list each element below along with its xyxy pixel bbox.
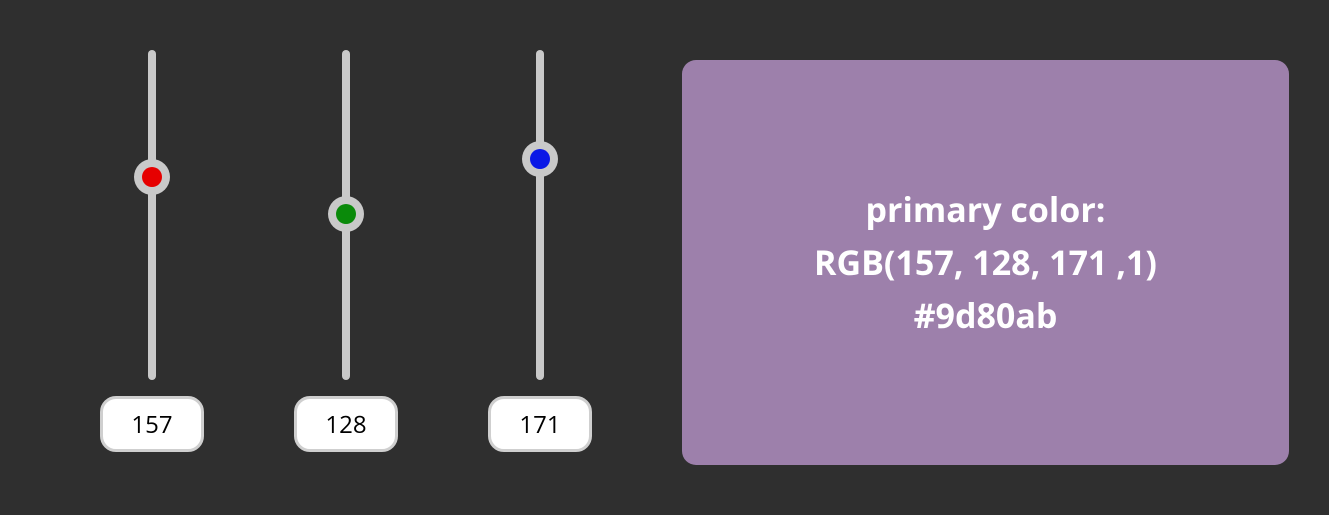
- slider-green: 128: [294, 50, 398, 452]
- circle-icon: [142, 167, 162, 187]
- slider-green-thumb[interactable]: [328, 196, 364, 232]
- swatch-rgb: RGB(157, 128, 171 ,1): [814, 236, 1157, 289]
- circle-icon: [336, 204, 356, 224]
- slider-green-track[interactable]: [326, 50, 366, 380]
- color-swatch: primary color: RGB(157, 128, 171 ,1) #9d…: [682, 60, 1289, 465]
- swatch-title: primary color:: [866, 183, 1106, 236]
- slider-blue-value[interactable]: 171: [488, 396, 592, 452]
- slider-blue-thumb[interactable]: [522, 141, 558, 177]
- swatch-hex: #9d80ab: [914, 289, 1058, 342]
- slider-red-thumb[interactable]: [134, 159, 170, 195]
- slider-green-value[interactable]: 128: [294, 396, 398, 452]
- circle-icon: [530, 149, 550, 169]
- slider-red: 157: [100, 50, 204, 452]
- slider-red-value[interactable]: 157: [100, 396, 204, 452]
- slider-blue-track[interactable]: [520, 50, 560, 380]
- slider-blue: 171: [488, 50, 592, 452]
- slider-red-track[interactable]: [132, 50, 172, 380]
- slider-group: 157 128 171: [100, 50, 592, 452]
